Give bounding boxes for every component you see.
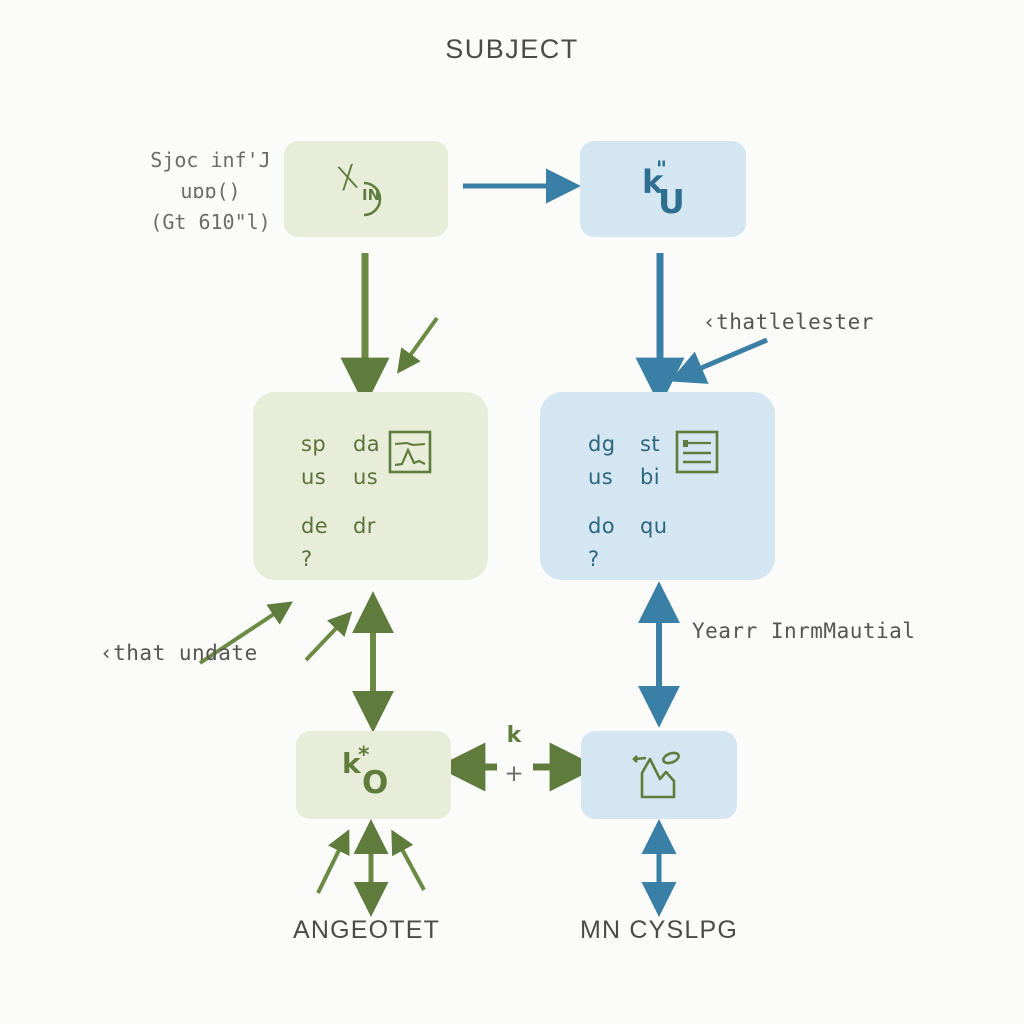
bottom-green-glyph-secondary: O [362,765,389,801]
mid-blue-row-3: ? [588,543,708,576]
mid-green-row-3: ? [301,543,421,576]
arrow-green-diagonal-down [397,316,439,374]
chart-graph-icon [388,430,432,474]
mid-blue-cell-0-0: dg [588,432,616,456]
page-title: SUBJECT [445,34,579,64]
center-plus: + [504,761,524,787]
arrow-bottom-green-right-diagonal [391,829,426,891]
bottom-label-left: ANGEOTET [293,916,441,944]
top-blue-glyph-secondary: U [658,182,685,221]
mid-green-row-2: de dr [301,510,421,543]
box-bottom-blue[interactable] [581,731,737,819]
box-bottom-green[interactable]: k * O [296,731,451,819]
annotation-right-upper: ‹thatlelester [703,310,874,334]
box-top-green[interactable]: ᚷ IN [284,141,448,237]
mountain-image-icon [632,751,680,799]
corner-label-line1: Sjoc inf'J [150,148,271,172]
mid-blue-cell-0-1: st [640,432,660,456]
mid-green-cell-1-1: us [353,465,379,489]
mid-blue-cell-3-0: ? [588,547,600,571]
mid-green-cell-0-0: sp [301,432,327,456]
arrow-blue-diagonal-annotation [669,337,768,384]
mid-green-cell-1-0: us [301,465,327,489]
top-blue-glyph-mark: " [656,157,667,181]
mid-blue-row-2: do qu [588,510,708,543]
mid-blue-cell-2-0: do [588,514,615,538]
corner-label-line2: uɒɒ() [180,179,241,203]
bottom-label-right: MN CYSLPG [580,916,739,944]
arrow-green-diagonal-mid-up [304,611,353,662]
annotation-right-middle: Yearr InrmMautial [692,619,916,643]
box-mid-blue[interactable]: dg st us bi do qu ? [540,392,775,580]
mid-blue-cell-1-0: us [588,465,614,489]
mid-green-cell-2-0: de [301,514,329,538]
corner-label-line3: (Gt 610"l) [150,210,271,234]
mid-green-cell-3-0: ? [301,547,313,571]
diagram-canvas: SUBJECT Sjoc inf'J uɒɒ() (Gt 610"l) ᚷ IN… [0,0,1024,1024]
arrow-bottom-green-left-diagonal [316,829,350,894]
center-symbol: k [506,723,522,748]
annotation-left-middle: ‹that undate [100,641,258,665]
box-mid-green[interactable]: sp da us us de dr ? [253,392,488,580]
corner-label: Sjoc inf'J uɒɒ() (Gt 610"l) [148,145,273,238]
mid-green-cell-0-1: da [353,432,380,456]
document-list-icon [675,430,719,474]
mid-blue-cell-1-1: bi [640,465,660,489]
mid-blue-cell-2-1: qu [640,514,668,538]
box-top-blue[interactable]: k " U [580,141,746,237]
mid-green-cell-2-1: dr [353,514,376,538]
top-green-glyph-secondary: IN [362,186,381,204]
